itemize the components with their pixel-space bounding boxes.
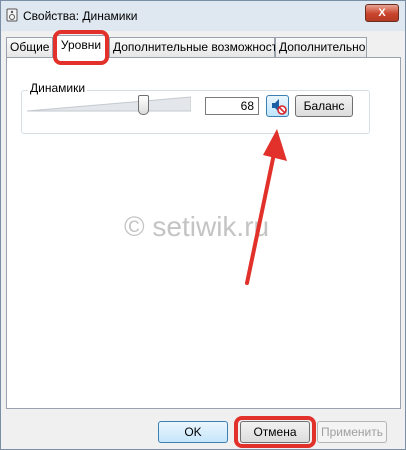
balance-button[interactable]: Баланс [295,95,353,117]
tab-general[interactable]: Общие [6,37,53,57]
volume-slider-thumb[interactable] [138,95,149,115]
properties-dialog: Свойства: Динамики X Общие Уровни Дополн… [0,0,406,450]
apply-button[interactable]: Применить [317,421,387,443]
tab-advanced[interactable]: Дополнительно [275,37,367,57]
window-title: Свойства: Динамики [23,9,138,23]
volume-slider-track[interactable] [27,96,191,112]
tab-highlight-frame [53,30,109,65]
ok-button[interactable]: OK [158,421,228,443]
close-button[interactable]: X [365,4,399,22]
speaker-muted-icon [272,99,287,115]
annotation-arrow [245,129,287,285]
tab-enhancements[interactable]: Дополнительные возможности [109,37,284,57]
cancel-highlight-frame [234,416,316,448]
speaker-properties-icon [6,8,18,22]
speakers-group-label: Динамики [28,81,88,95]
mute-button[interactable] [266,95,289,117]
volume-value-field[interactable]: 68 [205,97,259,115]
title-bar[interactable]: Свойства: Динамики X [1,1,405,31]
